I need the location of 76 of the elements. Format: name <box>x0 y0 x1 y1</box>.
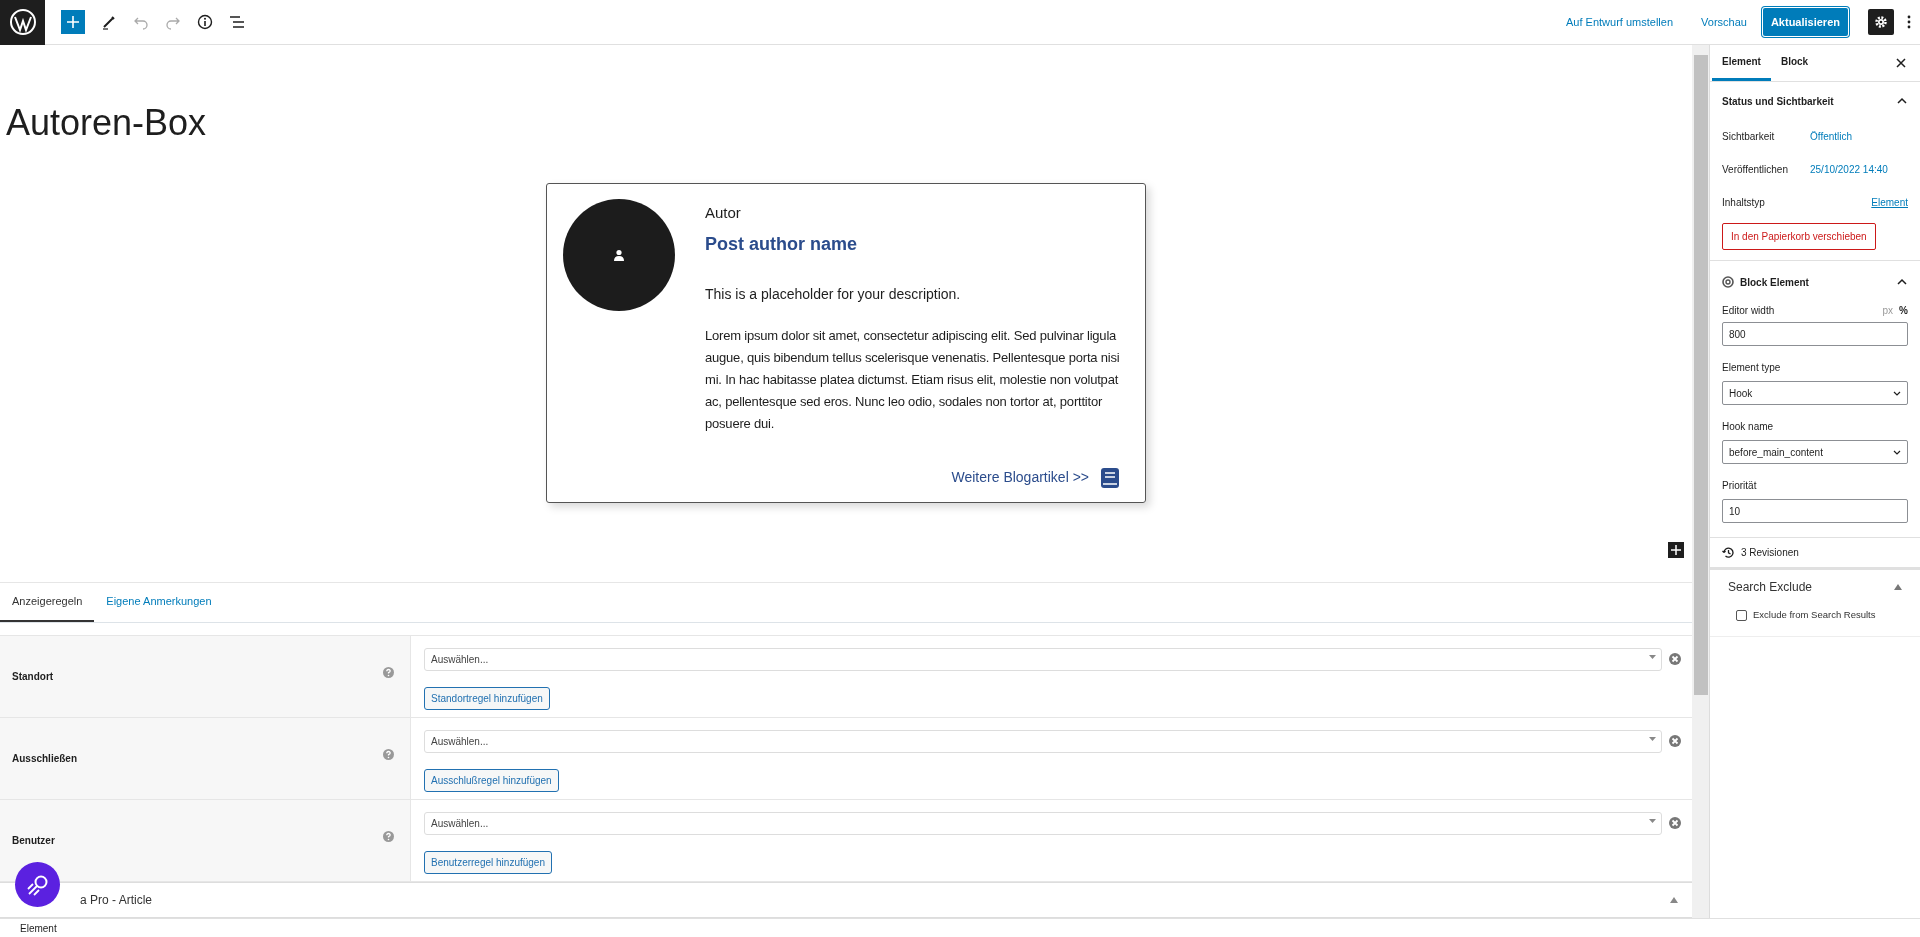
field-label: Hook name <box>1722 421 1774 432</box>
section-title[interactable]: Search Exclude <box>1728 578 1813 596</box>
remove-icon[interactable] <box>1668 733 1682 748</box>
add-rule-button[interactable]: Standortregel hinzufügen <box>424 687 550 710</box>
collapsed-panel-header[interactable]: a Pro - Article <box>0 882 1692 918</box>
setting-label: Veröffentlichen <box>1722 163 1789 177</box>
gear-icon <box>1874 15 1888 29</box>
editor-width-field[interactable]: 800 <box>1722 322 1908 346</box>
caret-icon <box>1649 655 1656 659</box>
collapse-arrow-icon[interactable] <box>1670 897 1678 903</box>
more-posts-link[interactable]: Weitere Blogartikel >> <box>951 467 1089 488</box>
pen-icon[interactable] <box>101 14 117 30</box>
book-icon <box>1101 467 1119 488</box>
setting-value-button[interactable]: 25/10/2022 14:40 <box>1810 162 1888 177</box>
revisions-link[interactable]: 3 Revisionen <box>1741 545 1799 560</box>
add-rule-button[interactable]: Ausschlußregel hinzufügen <box>424 769 559 792</box>
help-icon[interactable] <box>383 749 394 760</box>
hook-name-select[interactable]: before_main_content <box>1722 440 1908 464</box>
plus-icon <box>66 15 80 29</box>
remove-icon[interactable] <box>1668 815 1682 830</box>
setting-value-button[interactable]: Öffentlich <box>1810 129 1853 144</box>
list-view-icon[interactable] <box>229 14 245 30</box>
scrollbar[interactable] <box>1692 45 1710 918</box>
element-type-select[interactable]: Hook <box>1722 381 1908 405</box>
block-element-icon <box>1722 276 1734 288</box>
caret-icon <box>1649 819 1656 823</box>
caret-icon <box>1649 737 1656 741</box>
person-icon <box>613 249 625 261</box>
sidebar-tab[interactable]: Element <box>1712 45 1771 81</box>
toggle-arrow-icon[interactable] <box>1894 584 1902 590</box>
plus-icon <box>1671 545 1681 555</box>
panel-tab[interactable]: Eigene Anmerkungen <box>94 583 224 622</box>
rule-select[interactable]: Auswählen... <box>424 730 1662 753</box>
unit-toggle[interactable]: % <box>1899 303 1908 318</box>
remove-icon[interactable] <box>1668 651 1682 666</box>
close-icon[interactable] <box>1896 58 1906 68</box>
rule-label: Benutzer <box>12 834 55 848</box>
preview-link[interactable]: Vorschau <box>1697 13 1751 31</box>
caret-icon <box>1893 390 1901 396</box>
field-label: Editor width <box>1722 304 1775 318</box>
checkbox-label: Exclude from Search Results <box>1753 608 1876 622</box>
author-bio: Lorem ipsum dolor sit amet, consectetur adipiscing elit. Sed pulvinar ligula augue, quis bibendum tellus scelerisque venenatis. Pellentesque porta nisi mi. In hac habitasse platea dictumst. Etiam risus elit, molestie non volutpat ac, pellentesque sed eros. Nunc leo odio, sodales non tortor at, porttitor posuere dui. <box>705 326 1121 433</box>
settings-button[interactable] <box>1868 9 1894 35</box>
panel-tab[interactable]: Anzeigeregeln <box>0 583 95 622</box>
update-button[interactable]: Aktualisieren <box>1762 8 1848 36</box>
help-icon[interactable] <box>383 831 394 842</box>
rule-select[interactable]: Auswählen... <box>424 812 1662 835</box>
rule-label: Standort <box>12 670 54 684</box>
wordpress-logo-icon[interactable] <box>0 0 45 45</box>
help-icon[interactable] <box>383 667 394 678</box>
info-icon[interactable] <box>197 14 213 30</box>
field-label: Element type <box>1722 362 1781 373</box>
content-type-link[interactable]: Element <box>1871 195 1908 210</box>
history-icon <box>1722 546 1735 559</box>
setting-label: Inhaltstyp <box>1722 196 1766 210</box>
author-name[interactable]: Post author name <box>705 230 1129 258</box>
author-label: Autor <box>705 203 742 223</box>
add-rule-button[interactable]: Benutzerregel hinzufügen <box>424 851 552 874</box>
setting-label: Sichtbarkeit <box>1722 130 1776 144</box>
sidebar-tab[interactable]: Block <box>1770 45 1819 81</box>
switch-to-draft-link[interactable]: Auf Entwurf umstellen <box>1562 13 1678 31</box>
section-title[interactable]: Status und Sichtbarkeit <box>1722 93 1834 109</box>
author-description: This is a placeholder for your description. <box>705 284 962 304</box>
priority-field[interactable]: 10 <box>1722 499 1908 523</box>
section-title[interactable]: Block Element <box>1740 274 1809 290</box>
rule-select[interactable]: Auswählen... <box>424 648 1662 671</box>
breadcrumb[interactable]: Element <box>20 920 57 936</box>
checkbox[interactable] <box>1736 609 1747 621</box>
panel-title: a Pro - Article <box>80 892 153 909</box>
field-label: Priorität <box>1722 480 1757 491</box>
move-to-trash-button[interactable]: In den Papierkorb verschieben <box>1722 223 1876 250</box>
caret-icon <box>1893 449 1901 455</box>
page-title[interactable]: Autoren-Box <box>6 105 1692 141</box>
more-options-icon[interactable] <box>1906 14 1912 30</box>
rule-label: Ausschließen <box>12 752 78 766</box>
add-block-button[interactable] <box>1668 542 1684 558</box>
